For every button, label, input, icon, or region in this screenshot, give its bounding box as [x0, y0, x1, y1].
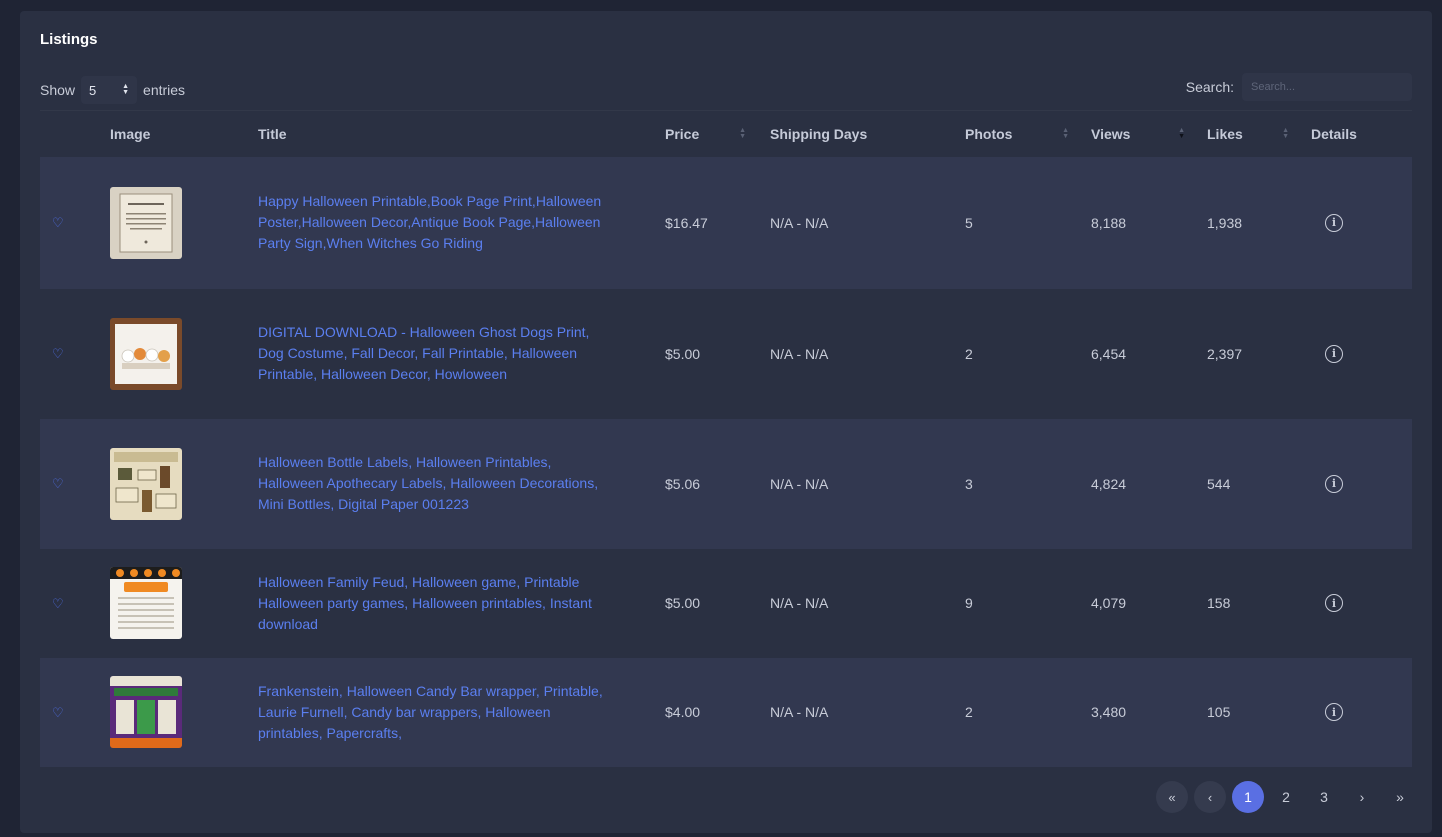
views-cell: 4,824 [1091, 475, 1127, 492]
next-page-button[interactable]: › [1346, 781, 1378, 813]
price-cell: $4.00 [665, 704, 701, 720]
entries-select[interactable]: 5 ▲ ▼ [81, 76, 138, 104]
entries-select-value: 5 [89, 82, 97, 98]
likes-cell: 544 [1207, 475, 1231, 492]
shipping-cell: N/A - N/A [770, 214, 829, 231]
photos-cell: 2 [965, 345, 973, 362]
heart-outline-icon[interactable]: ♡ [40, 215, 64, 230]
price-cell: $16.47 [665, 214, 708, 231]
table-header-row: Image Title Price ▲ ▼ Shipping Days Photo… [40, 110, 1412, 157]
sort-icon: ▲ ▼ [1282, 127, 1289, 140]
photos-cell: 3 [965, 475, 973, 492]
info-circle-icon[interactable]: i [1325, 474, 1343, 493]
shipping-cell: N/A - N/A [770, 704, 829, 720]
price-cell: $5.00 [665, 595, 701, 611]
page-2-button[interactable]: 2 [1270, 781, 1302, 813]
last-page-button[interactable]: » [1384, 781, 1416, 813]
sort-icon: ▲ ▼ [1062, 127, 1069, 140]
col-price[interactable]: Price ▲ ▼ [665, 110, 770, 157]
info-circle-icon[interactable]: i [1325, 213, 1343, 232]
page-1-button[interactable]: 1 [1232, 781, 1264, 813]
photos-cell: 9 [965, 595, 973, 611]
listing-thumbnail[interactable] [110, 676, 182, 748]
likes-cell: 2,397 [1207, 345, 1243, 362]
table-row: ♡ Halloween Family Feud, Halloween game,… [40, 548, 1412, 658]
prev-page-button[interactable]: ‹ [1194, 781, 1226, 813]
listing-title-link[interactable]: DIGITAL DOWNLOAD - Halloween Ghost Dogs … [258, 322, 665, 385]
price-cell: $5.00 [665, 345, 701, 362]
table-row: ♡ Frankenstein, Halloween Candy Bar wrap… [40, 657, 1412, 767]
page-3-button[interactable]: 3 [1308, 781, 1340, 813]
entries-label: entries [143, 82, 186, 98]
first-page-button[interactable]: « [1156, 781, 1188, 813]
info-circle-icon[interactable]: i [1325, 344, 1343, 363]
table-row: ♡ DIGITAL DOWNLOAD - Halloween Ghost Dog… [40, 288, 1412, 419]
price-cell: $5.06 [665, 475, 701, 492]
sort-desc-active-icon: ▲ ▼ [1178, 127, 1185, 140]
search-label: Search: [1185, 79, 1234, 95]
photos-cell: 2 [965, 704, 973, 720]
heart-outline-icon[interactable]: ♡ [40, 705, 64, 720]
heart-outline-icon[interactable]: ♡ [40, 476, 64, 491]
pagination: « ‹ 1 2 3 › » [1156, 781, 1416, 813]
col-likes[interactable]: Likes ▲ ▼ [1207, 110, 1311, 157]
show-label: Show [40, 82, 76, 98]
heart-outline-icon[interactable]: ♡ [40, 346, 64, 361]
listing-thumbnail[interactable] [110, 567, 182, 639]
col-image: Image [110, 110, 258, 157]
listings-card: Listings Show 5 ▲▼ entries Search: Image… [20, 11, 1432, 833]
shipping-cell: N/A - N/A [770, 595, 829, 611]
shipping-cell: N/A - N/A [770, 475, 829, 492]
table-row: ♡ Happy Halloween Printable,Book Page Pr… [40, 156, 1412, 289]
info-circle-icon[interactable]: i [1325, 703, 1343, 722]
col-favorite [40, 110, 110, 157]
col-shipping-days: Shipping Days [770, 110, 965, 157]
heart-outline-icon[interactable]: ♡ [40, 596, 64, 611]
sort-icon: ▲ ▼ [739, 127, 746, 140]
listing-thumbnail[interactable] [110, 447, 182, 520]
listings-table: Image Title Price ▲ ▼ Shipping Days Photo… [40, 110, 1412, 767]
views-cell: 3,480 [1091, 704, 1127, 720]
listing-thumbnail[interactable] [110, 317, 182, 390]
select-arrows-icon: ▲ ▼ [122, 83, 130, 96]
col-details: Details [1311, 110, 1412, 157]
table-row: ♡ Halloween Bottle Labels, Halloween Pri… [40, 418, 1412, 549]
views-cell: 6,454 [1091, 345, 1127, 362]
likes-cell: 105 [1207, 704, 1231, 720]
info-circle-icon[interactable]: i [1325, 594, 1343, 613]
shipping-cell: N/A - N/A [770, 345, 829, 362]
likes-cell: 158 [1207, 595, 1231, 611]
col-title: Title [258, 110, 665, 157]
listing-title-link[interactable]: Halloween Bottle Labels, Halloween Print… [258, 452, 665, 515]
entries-length-control: Show 5 ▲ ▼ entries [40, 76, 185, 104]
views-cell: 8,188 [1091, 214, 1127, 231]
listing-title-link[interactable]: Happy Halloween Printable,Book Page Prin… [258, 191, 665, 254]
search-control: Search: [1186, 73, 1412, 101]
col-views[interactable]: Views ▲ ▼ [1091, 110, 1207, 157]
likes-cell: 1,938 [1207, 214, 1243, 231]
col-photos[interactable]: Photos ▲ ▼ [965, 110, 1091, 157]
listing-title-link[interactable]: Frankenstein, Halloween Candy Bar wrappe… [258, 681, 665, 744]
listing-title-link[interactable]: Halloween Family Feud, Halloween game, P… [258, 572, 665, 635]
photos-cell: 5 [965, 214, 973, 231]
card-title: Listings [40, 31, 98, 48]
search-input[interactable] [1242, 73, 1412, 101]
views-cell: 4,079 [1091, 595, 1127, 611]
listing-thumbnail[interactable] [110, 186, 182, 259]
